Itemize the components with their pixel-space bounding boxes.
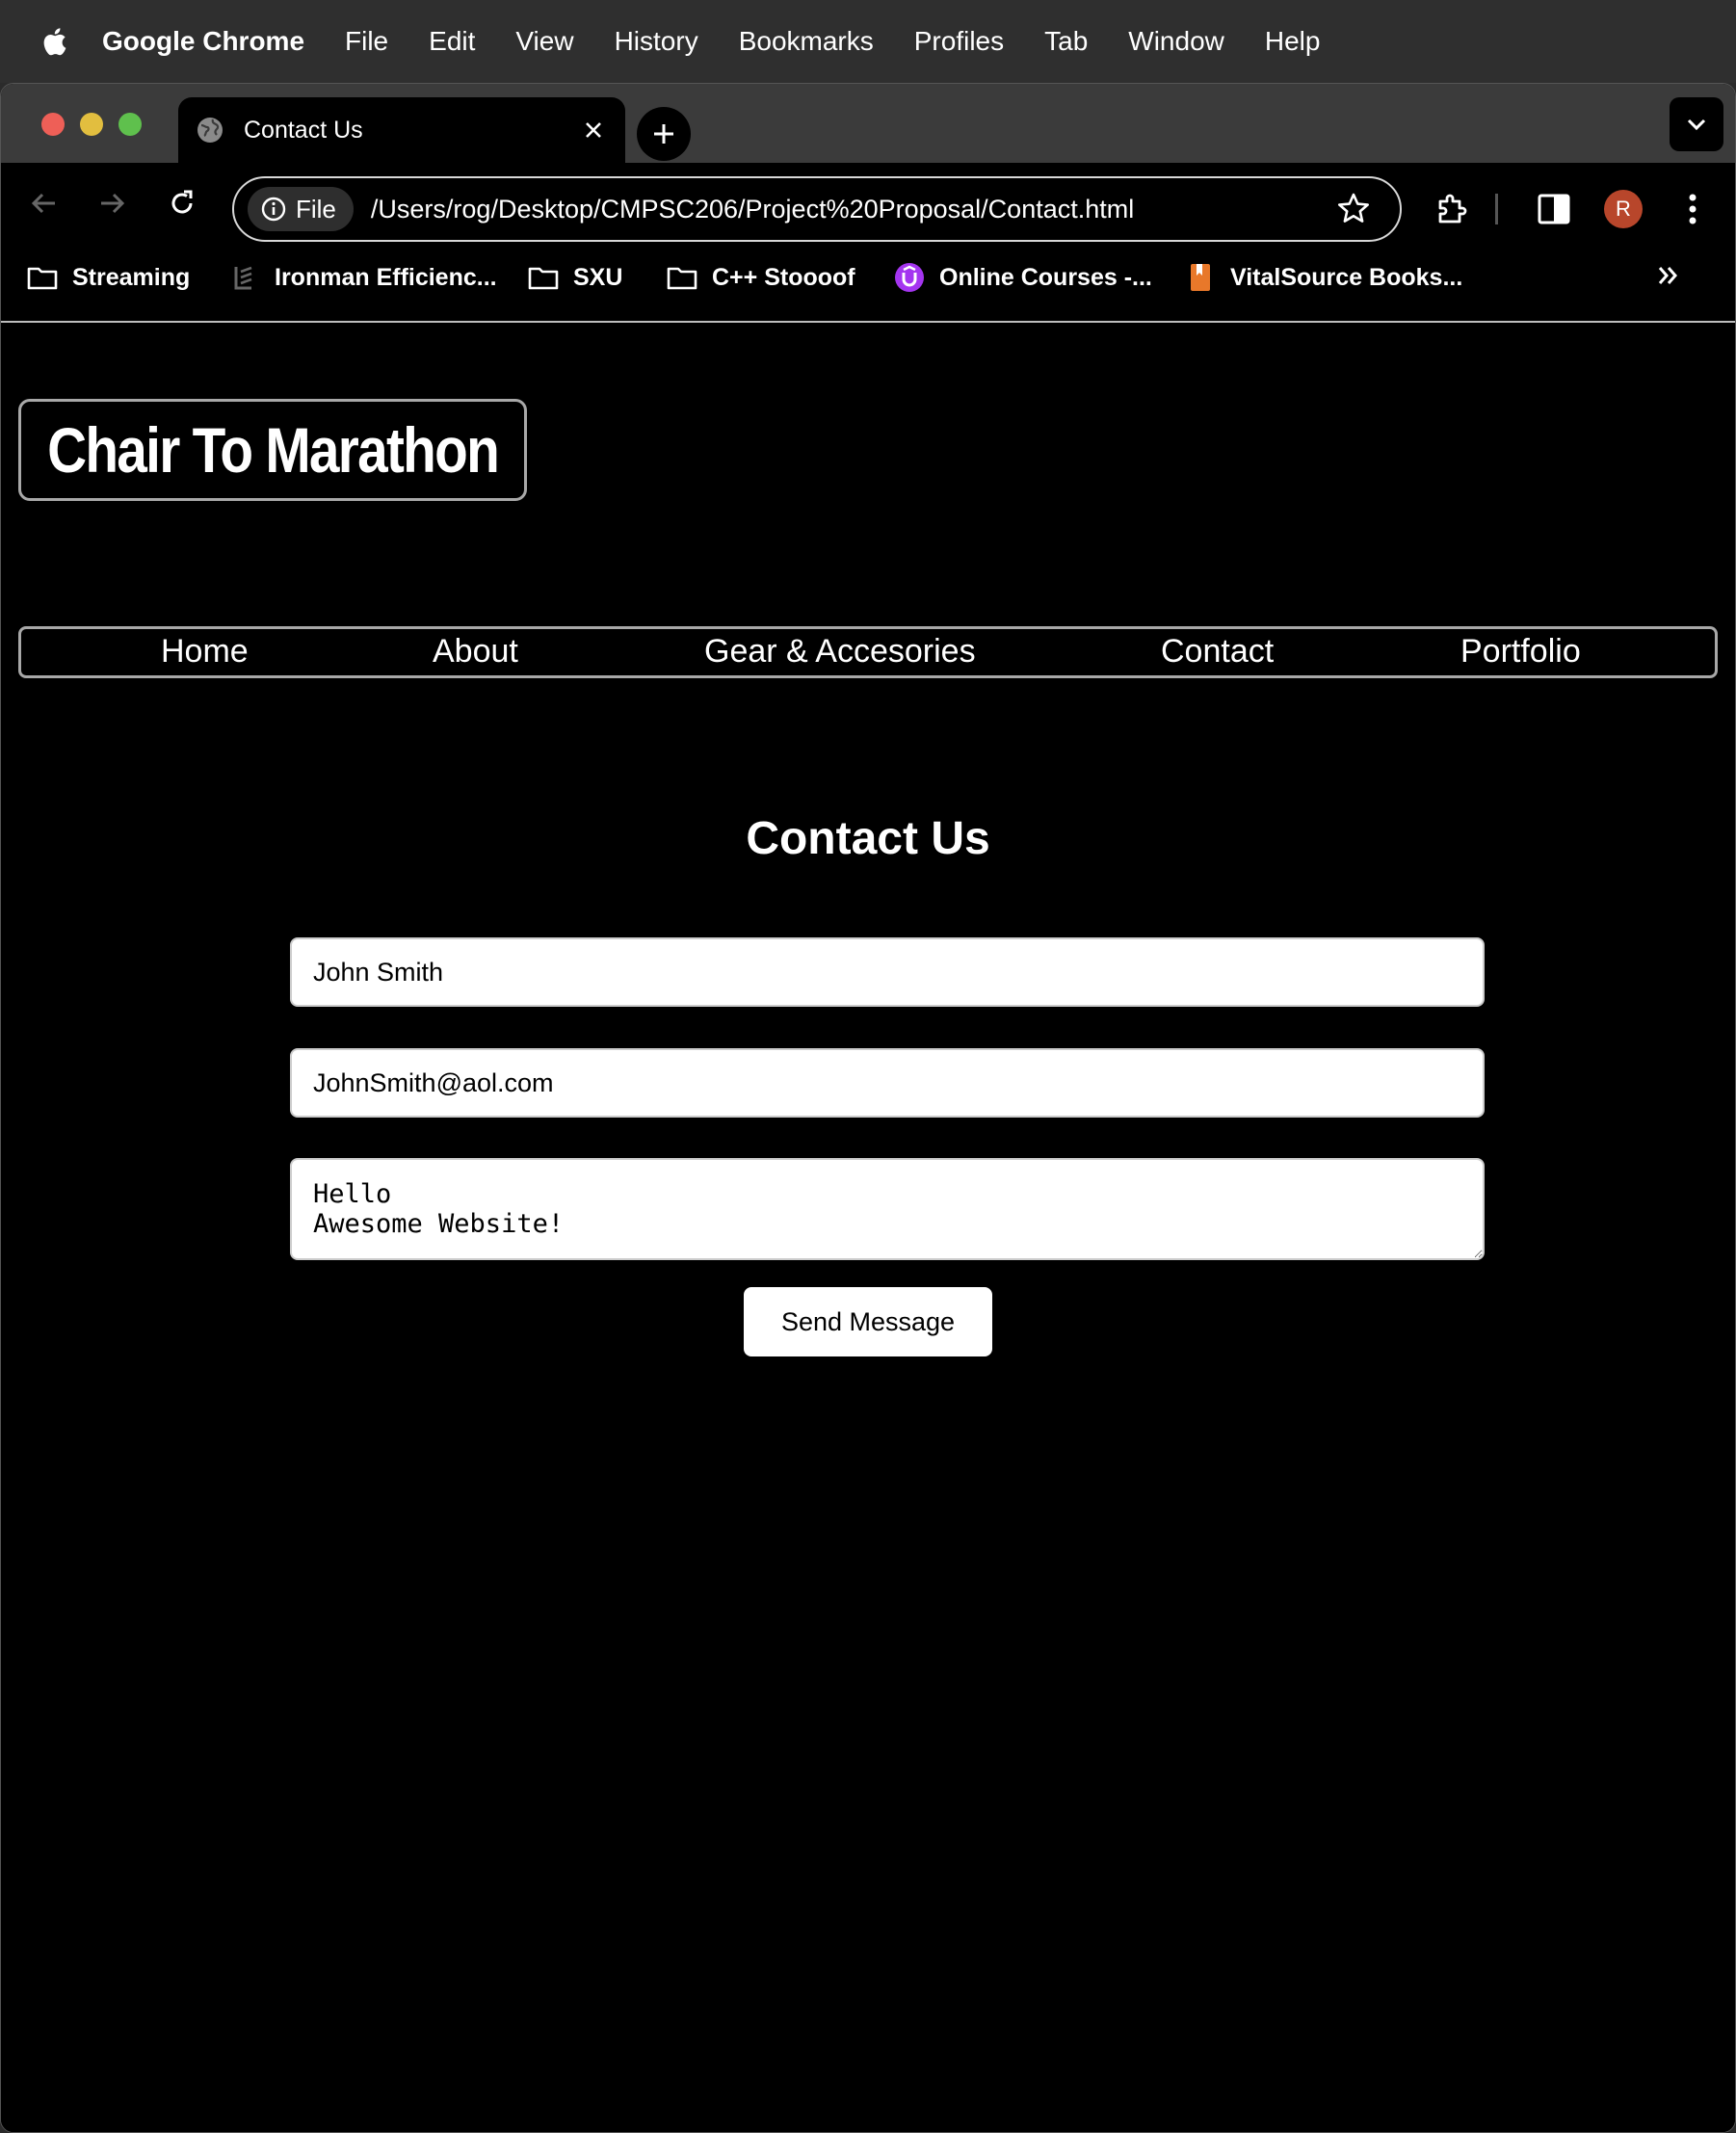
reload-icon[interactable] (161, 182, 203, 224)
menu-window[interactable]: Window (1128, 26, 1224, 57)
logo-text: Chair To Marathon (47, 414, 500, 486)
bookmark-star-icon[interactable] (1336, 192, 1371, 226)
apple-icon[interactable] (39, 25, 67, 58)
menu-view[interactable]: View (515, 26, 573, 57)
new-tab-button[interactable] (637, 107, 691, 161)
menu-tab[interactable]: Tab (1044, 26, 1088, 57)
menu-history[interactable]: History (615, 26, 698, 57)
page-content: Chair To Marathon Home About Gear & Acce… (1, 323, 1735, 2132)
folder-icon (527, 263, 560, 292)
kebab-menu-icon[interactable] (1673, 190, 1712, 228)
bookmark-online-courses[interactable]: Online Courses -... (893, 263, 1152, 292)
side-panel-icon[interactable] (1535, 190, 1573, 228)
bookmark-ironman[interactable]: Ironman Efficienc... (228, 263, 497, 292)
bookmark-vitalsource[interactable]: VitalSource Books... (1184, 263, 1462, 292)
toolbar-divider (1492, 190, 1502, 228)
site-icon (228, 263, 261, 292)
close-window-button[interactable] (41, 113, 65, 136)
bookmark-sxu[interactable]: SXU (527, 263, 622, 292)
menu-profiles[interactable]: Profiles (914, 26, 1004, 57)
message-textarea[interactable]: Hello Awesome Website! (290, 1158, 1485, 1260)
menu-edit[interactable]: Edit (429, 26, 475, 57)
address-bar[interactable]: File /Users/rog/Desktop/CMPSC206/Project… (232, 176, 1402, 242)
bookmark-cpp[interactable]: C++ Stoooof (666, 263, 855, 292)
menu-file[interactable]: File (345, 26, 388, 57)
nav-home[interactable]: Home (161, 633, 249, 671)
nav-portfolio[interactable]: Portfolio (1460, 633, 1581, 671)
chevron-down-icon (1687, 118, 1706, 131)
zoom-window-button[interactable] (118, 113, 142, 136)
folder-icon (666, 263, 698, 292)
bookmarks-bar: Streaming Ironman Efficienc... SXU C++ S… (1, 244, 1735, 323)
info-icon (261, 197, 286, 222)
extensions-puzzle-icon[interactable] (1433, 190, 1471, 228)
tab-search-button[interactable] (1670, 97, 1723, 151)
chip-label: File (296, 194, 336, 224)
site-nav: Home About Gear & Accesories Contact Por… (18, 626, 1718, 678)
bookmark-label: Online Courses -... (939, 263, 1152, 291)
more-bookmarks-icon[interactable] (1656, 263, 1681, 296)
menu-app-name[interactable]: Google Chrome (102, 26, 304, 57)
book-icon (1184, 263, 1217, 292)
macos-menu-bar: Google Chrome File Edit View History Boo… (0, 0, 1736, 83)
bookmark-label: Ironman Efficienc... (275, 263, 497, 291)
nav-about[interactable]: About (433, 633, 518, 671)
menu-bookmarks[interactable]: Bookmarks (739, 26, 874, 57)
close-tab-icon[interactable] (579, 116, 608, 145)
name-field[interactable] (290, 937, 1485, 1007)
forward-arrow-icon[interactable] (92, 182, 134, 224)
back-arrow-icon[interactable] (22, 182, 65, 224)
send-message-button[interactable]: Send Message (744, 1287, 992, 1356)
tab-title: Contact Us (244, 116, 363, 144)
nav-gear-accesories[interactable]: Gear & Accesories (704, 633, 976, 671)
nav-contact[interactable]: Contact (1161, 633, 1274, 671)
tab-contact-us[interactable]: Contact Us (178, 97, 625, 163)
site-logo: Chair To Marathon (18, 399, 527, 501)
menu-help[interactable]: Help (1265, 26, 1321, 57)
email-field[interactable] (290, 1048, 1485, 1118)
bookmark-label: Streaming (72, 263, 191, 291)
tab-strip: Contact Us (1, 84, 1735, 163)
globe-icon (196, 116, 224, 145)
plus-icon (654, 124, 673, 144)
bookmark-label: C++ Stoooof (712, 263, 855, 291)
site-info-chip[interactable]: File (248, 187, 354, 231)
folder-icon (26, 263, 59, 292)
browser-window: Contact Us File /Users/rog/Desktop/CMPSC… (0, 83, 1736, 2133)
minimize-window-button[interactable] (80, 113, 103, 136)
page-title: Contact Us (746, 813, 990, 864)
bookmark-label: VitalSource Books... (1230, 263, 1463, 291)
url-text: /Users/rog/Desktop/CMPSC206/Project%20Pr… (370, 194, 1135, 224)
bookmark-label: SXU (573, 263, 623, 291)
profile-avatar[interactable]: R (1604, 190, 1643, 228)
udemy-icon (893, 263, 926, 292)
bookmark-streaming[interactable]: Streaming (26, 263, 190, 292)
